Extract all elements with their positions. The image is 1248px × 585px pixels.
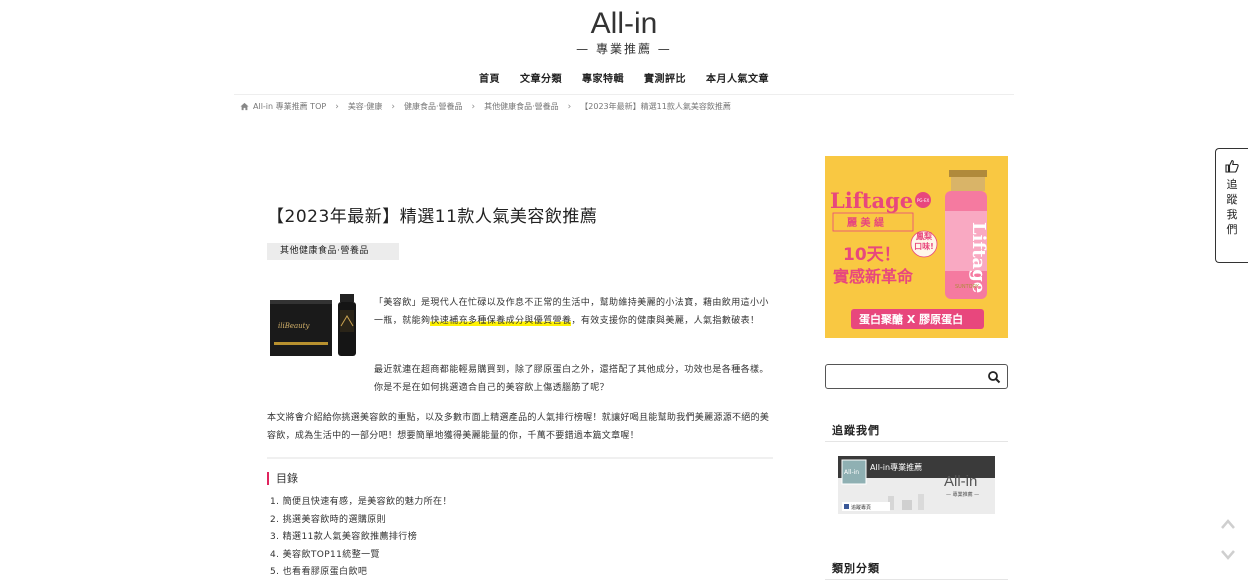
intro-paragraph-2: 最近就連在超商都能輕易購買到，除了膠原蛋白之外，還搭配了其他成分，功效也是各種各… <box>374 365 769 393</box>
ad-brand-badge: PG-EX <box>917 198 929 203</box>
ad-bottle-maker: SUNTORY <box>955 284 980 290</box>
ad-bottle-text: Liftage <box>968 222 989 293</box>
nav-item-reviews[interactable]: 實測評比 <box>644 70 686 85</box>
category-heading: 類別分類 <box>832 562 880 575</box>
search-icon[interactable] <box>987 370 1001 384</box>
chevron-right-icon: › <box>471 101 476 112</box>
fb-follow-label: 追蹤專頁 <box>851 504 871 511</box>
facebook-page-widget[interactable]: All-in All-in專業推薦 All-in — 專業推薦 — 追蹤專頁 <box>838 456 995 514</box>
breadcrumb-item-health-food[interactable]: 健康食品‧營養品 <box>404 101 463 112</box>
toc-item[interactable]: 4. 美容飲TOP11統整一覽 <box>270 547 452 565</box>
product-image: iliBeauty <box>270 294 356 356</box>
ad-brand-cn: 麗 美 緹 <box>847 216 884 229</box>
scroll-up-icon[interactable] <box>1220 518 1236 530</box>
ad-headline-1: 10天！ <box>843 245 901 265</box>
intro-highlight: 快速補充多種保養成分與優質營養 <box>430 316 572 326</box>
site-logo[interactable]: All-in — 專業推薦 — <box>0 6 1248 57</box>
follow-heading-line <box>825 441 1008 442</box>
toc-item[interactable]: 2. 挑選美容飲時的選購原則 <box>270 512 452 530</box>
page-title: 【2023年最新】精選11款人氣美容飲推薦 <box>267 207 598 227</box>
ad-artwork: Liftage PG-EX 麗 美 緹 鳳梨口味! 10天！ 實感新革命 Lif… <box>825 156 1008 338</box>
intro-text-b: ，有效支援你的健康與美麗，人氣指數破表！ <box>571 316 760 326</box>
ad-footer: 蛋白聚醣 X 膠原蛋白 <box>859 312 963 326</box>
nav-item-home[interactable]: 首頁 <box>479 70 500 85</box>
follow-heading: 追蹤我們 <box>832 424 880 437</box>
floating-follow-tab[interactable]: 追 蹤 我 們 <box>1215 148 1248 263</box>
breadcrumb-item-top[interactable]: All-in 專業推薦 TOP <box>253 101 326 112</box>
search-input[interactable] <box>832 367 982 388</box>
toc-title: 目錄 <box>267 472 298 485</box>
svg-text:iliBeauty: iliBeauty <box>278 322 310 330</box>
home-icon <box>240 102 249 111</box>
breadcrumb: All-in 專業推薦 TOP › 美容‧健康 › 健康食品‧營養品 › 其他健… <box>240 101 731 112</box>
toc-item[interactable]: 3. 精選11款人氣美容飲推薦排行榜 <box>270 529 452 547</box>
follow-tab-char: 我 <box>1226 208 1238 221</box>
thumbs-up-icon <box>1225 159 1239 173</box>
toc-list: 1. 簡便且快速有感，是美容飲的魅力所在！ 2. 挑選美容飲時的選購原則 3. … <box>270 494 452 582</box>
logo-sub-text: — 專業推薦 — <box>576 42 672 56</box>
ad-brand: Liftage <box>830 188 913 213</box>
chevron-right-icon: › <box>567 101 572 112</box>
fb-cover-image: All-in All-in專業推薦 All-in — 專業推薦 — 追蹤專頁 <box>838 456 995 514</box>
section-divider <box>267 457 773 459</box>
category-tag[interactable]: 其他健康食品‧營養品 <box>267 243 399 260</box>
breadcrumb-item-beauty[interactable]: 美容‧健康 <box>348 101 383 112</box>
nav-item-popular[interactable]: 本月人氣文章 <box>706 70 769 85</box>
main-nav: 首頁 文章分類 專家特輯 實測評比 本月人氣文章 <box>0 70 1248 85</box>
ad-headline-2: 實感新革命 <box>833 267 914 286</box>
chevron-right-icon: › <box>391 101 395 112</box>
ad-flavor: 鳳梨口味! <box>914 232 934 251</box>
fb-logo-text: All-in <box>844 469 859 476</box>
fb-cover-logo-sub: — 專業推薦 — <box>946 491 979 498</box>
sidebar-ad-banner[interactable]: Liftage PG-EX 麗 美 緹 鳳梨口味! 10天！ 實感新革命 Lif… <box>825 156 1008 338</box>
nav-item-categories[interactable]: 文章分類 <box>520 70 562 85</box>
summary-paragraph: 本文將會介紹給你挑選美容飲的重點，以及多數市面上精選產品的人氣排行榜喔！就讓好喝… <box>267 413 770 441</box>
follow-tab-char: 們 <box>1226 223 1238 236</box>
toc-item[interactable]: 5. 也看看膠原蛋白飲吧 <box>270 564 452 582</box>
intro-paragraph-1: 「美容飲」是現代人在忙碌以及作息不正常的生活中，幫助維持美麗的小法寶，藉由飲用這… <box>374 294 772 330</box>
logo-main-text: All-in <box>590 7 658 40</box>
chevron-right-icon: › <box>335 101 339 112</box>
nav-item-expert[interactable]: 專家特輯 <box>582 70 624 85</box>
follow-tab-char: 追 <box>1226 178 1238 191</box>
breadcrumb-item-other-health[interactable]: 其他健康食品‧營養品 <box>484 101 559 112</box>
scroll-down-icon[interactable] <box>1220 549 1236 561</box>
toc-item[interactable]: 1. 簡便且快速有感，是美容飲的魅力所在！ <box>270 494 452 512</box>
breadcrumb-item-current: 【2023年最新】精選11款人氣美容飲推薦 <box>580 102 731 111</box>
follow-tab-char: 蹤 <box>1226 193 1238 206</box>
search-box <box>825 364 1008 389</box>
fb-page-name: All-in專業推薦 <box>870 462 922 472</box>
category-heading-line <box>825 579 1008 580</box>
nav-divider <box>234 94 1014 95</box>
fb-cover-logo: All-in <box>944 473 977 490</box>
